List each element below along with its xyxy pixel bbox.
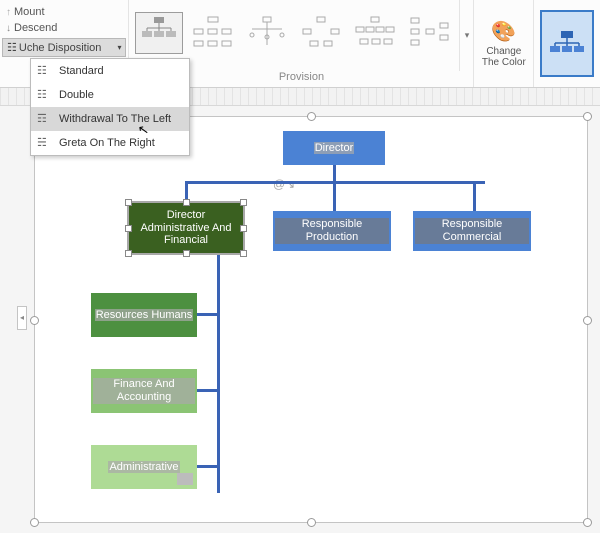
node-production[interactable]: Responsible Production	[273, 211, 391, 251]
connector	[333, 165, 336, 181]
resize-handle[interactable]	[583, 518, 592, 527]
layout-thumb-6[interactable]	[405, 12, 453, 54]
canvas-wrap: ◂ @↘ Director Director Administrative An…	[20, 110, 590, 525]
disposition-icon: ☷	[7, 41, 17, 54]
change-color-button[interactable]: 🎨 Change The Color	[474, 0, 534, 87]
dd-label: Standard	[59, 65, 104, 77]
node-label: Resources Humans	[95, 309, 194, 322]
layout-thumb-4[interactable]	[297, 12, 345, 54]
arrow-down-icon: ↓	[6, 23, 11, 34]
node-daf-selected[interactable]: Director Administrative And Financial	[127, 201, 245, 255]
disposition-label: Uche Disposition	[19, 42, 102, 54]
resize-handle[interactable]	[30, 316, 39, 325]
node-finance[interactable]: Finance And Accounting	[91, 369, 197, 413]
chevron-down-icon: ▾	[117, 43, 121, 52]
layout-right-icon: ☵	[37, 136, 47, 149]
resize-handle[interactable]	[240, 199, 247, 206]
descend-label: Descend	[14, 22, 57, 34]
node-label: Responsible Production	[275, 218, 389, 243]
smartart-canvas[interactable]: @↘ Director Director Administrative And …	[34, 116, 588, 523]
node-label: Finance And Accounting	[93, 378, 195, 403]
resize-handle[interactable]	[30, 518, 39, 527]
resize-handle[interactable]	[307, 112, 316, 121]
palette-icon: 🎨	[491, 19, 516, 44]
connector	[217, 255, 220, 493]
overflow-indicator	[177, 473, 193, 485]
smartart-style-thumb[interactable]	[540, 10, 594, 77]
resize-handle[interactable]	[183, 250, 190, 257]
resize-handle[interactable]	[583, 112, 592, 121]
anchor-icon: @↘	[273, 177, 295, 191]
layout-thumb-3[interactable]	[243, 12, 291, 54]
resize-handle[interactable]	[240, 225, 247, 232]
layout-standard-icon: ☷	[37, 64, 47, 77]
disposition-dropdown-button[interactable]: ☷ Uche Disposition ▾	[2, 38, 126, 57]
layout-gallery[interactable]	[129, 0, 459, 62]
node-label: Administrative	[108, 461, 179, 474]
resize-handle[interactable]	[583, 316, 592, 325]
node-commercial[interactable]: Responsible Commercial	[413, 211, 531, 251]
layout-thumb-2[interactable]	[189, 12, 237, 54]
resize-handle[interactable]	[183, 199, 190, 206]
resize-handle[interactable]	[240, 250, 247, 257]
node-label: Director	[314, 142, 355, 155]
dd-label: Withdrawal To The Left	[59, 113, 171, 125]
resize-handle[interactable]	[307, 518, 316, 527]
change-color-label: Change The Color	[476, 46, 531, 68]
node-director[interactable]: Director	[283, 131, 385, 165]
dd-item-double[interactable]: ☷ Double	[31, 83, 189, 107]
resize-handle[interactable]	[125, 250, 132, 257]
resize-handle[interactable]	[125, 199, 132, 206]
dd-item-standard[interactable]: ☷ Standard	[31, 59, 189, 83]
resize-handle[interactable]	[125, 225, 132, 232]
dd-label: Double	[59, 89, 94, 101]
disposition-dropdown-menu: ☷ Standard ☷ Double ☶ Withdrawal To The …	[30, 58, 190, 156]
connector	[195, 389, 217, 392]
connector	[333, 181, 336, 211]
smartart-text-pane-toggle[interactable]: ◂	[17, 306, 27, 330]
connector	[195, 465, 217, 468]
layout-thumb-5[interactable]	[351, 12, 399, 54]
connector	[185, 181, 188, 201]
node-admin[interactable]: Administrative	[91, 445, 197, 489]
node-label: Responsible Commercial	[415, 218, 529, 243]
layout-double-icon: ☷	[37, 88, 47, 101]
dd-item-withdrawal-left[interactable]: ☶ Withdrawal To The Left	[31, 107, 189, 131]
node-label: Director Administrative And Financial	[131, 209, 241, 247]
layout-left-icon: ☶	[37, 112, 47, 125]
connector	[473, 181, 476, 211]
layout-thumb-1[interactable]	[135, 12, 183, 54]
node-hr[interactable]: Resources Humans	[91, 293, 197, 337]
arrow-up-icon: ↑	[6, 7, 11, 18]
connector	[195, 313, 217, 316]
layout-gallery-more[interactable]: ▾	[459, 0, 473, 71]
mount-label: Mount	[14, 6, 45, 18]
dd-item-greta-right[interactable]: ☵ Greta On The Right	[31, 131, 189, 155]
descend-button[interactable]: ↓ Descend	[2, 20, 126, 36]
mount-button[interactable]: ↑ Mount	[2, 4, 126, 20]
dd-label: Greta On The Right	[59, 137, 155, 149]
